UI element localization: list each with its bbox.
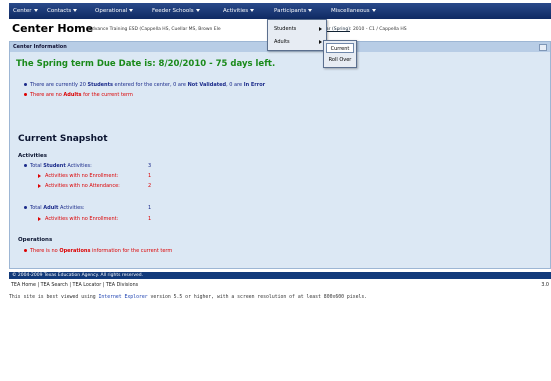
students-mid2: , 0 are: [226, 82, 244, 88]
activities-heading: Activities: [18, 153, 48, 159]
operations-heading: Operations: [18, 237, 53, 243]
menu-center-label: Center: [13, 8, 32, 14]
menu-activities-label: Activities: [223, 8, 249, 14]
no-enrollment-label: Activities with no Enrollment:: [45, 173, 119, 179]
page-title: Center Home: [12, 22, 94, 35]
chevron-down-icon: [250, 9, 255, 12]
chevron-right-icon: [319, 40, 322, 44]
menu-contacts[interactable]: Contacts: [47, 3, 78, 19]
students-bold: Students: [87, 82, 113, 88]
menu-contacts-label: Contacts: [47, 8, 72, 14]
menu-center[interactable]: Center: [13, 3, 38, 19]
menu-participants-label: Participants: [274, 8, 307, 14]
tsa-bold: Student: [43, 163, 66, 169]
panel-title: Center Information: [13, 44, 67, 50]
chevron-down-icon: [308, 9, 313, 12]
participants-dropdown: Students Adults: [267, 19, 327, 51]
students-mid: entered for the center, 0 are: [112, 82, 188, 88]
submenu-roll-over[interactable]: Roll Over: [326, 55, 354, 65]
arrow-right-icon: [38, 173, 41, 178]
dropdown-item-students[interactable]: Students: [268, 23, 326, 35]
submenu-current[interactable]: Current: [326, 43, 354, 53]
ops-bold: Operations: [59, 248, 91, 254]
adults-bold: Adults: [63, 92, 82, 98]
bullet-icon: [24, 249, 27, 252]
browser-note: This site is best viewed using Internet …: [9, 295, 367, 300]
chevron-down-icon: [73, 9, 78, 12]
menu-activities[interactable]: Activities: [223, 3, 255, 19]
page-frame: Center Contacts Operational Feeder Schoo…: [9, 0, 551, 381]
total-adult-activities-value: 1: [148, 205, 152, 211]
no-enrollment-value: 1: [148, 173, 152, 179]
note-post: version 5.5 or higher, with a screen res…: [147, 295, 368, 300]
chevron-down-icon: [195, 9, 200, 12]
adult-no-enrollment-value: 1: [148, 216, 152, 222]
version-text: 3.0: [541, 283, 549, 288]
chevron-right-icon: [319, 27, 322, 31]
menu-feeder-schools[interactable]: Feeder Schools: [152, 3, 200, 19]
no-attendance-label: Activities with no Attendance:: [45, 183, 120, 189]
adult-no-enrollment[interactable]: Activities with no Enrollment:: [38, 216, 118, 222]
tsa-post: Activities:: [65, 163, 92, 169]
menu-miscellaneous[interactable]: Miscellaneous: [331, 3, 376, 19]
copyright-bar: © 2004-2009 Texas Education Agency. All …: [9, 272, 551, 279]
taa-pre: Total: [30, 205, 44, 211]
menu-participants[interactable]: Participants: [274, 3, 313, 19]
taa-bold: Adult: [43, 205, 59, 211]
no-enrollment[interactable]: Activities with no Enrollment:: [38, 173, 118, 179]
in-error-bold: In Error: [243, 82, 266, 88]
note-pre: This site is best viewed using: [9, 295, 99, 300]
term-info: Year (Spring): 2010 - C1 / Cappella HS: [321, 27, 407, 32]
current-snapshot-heading: Current Snapshot: [18, 134, 108, 144]
menu-misc-label: Miscellaneous: [331, 8, 370, 14]
chevron-down-icon: [371, 9, 376, 12]
tsa-pre: Total: [30, 163, 44, 169]
arrow-right-icon: [38, 216, 41, 221]
operations-status: There is no Operations information for t…: [24, 248, 172, 254]
menu-operational[interactable]: Operational: [95, 3, 134, 19]
menu-feeder-label: Feeder Schools: [152, 8, 194, 14]
students-submenu: Current Roll Over: [323, 40, 357, 68]
chevron-down-icon: [129, 9, 134, 12]
term-suffix: : 2010 - C1 / Cappella HS: [350, 27, 407, 32]
center-info-panel: Center Information The Spring term Due D…: [9, 41, 551, 269]
students-pre: There are currently 20: [30, 82, 88, 88]
bullet-icon: [24, 83, 27, 86]
footer-links[interactable]: TEA Home | TEA Search | TEA Locator | TE…: [11, 283, 138, 288]
taa-post: Activities:: [58, 205, 85, 211]
arrow-right-icon: [38, 183, 41, 188]
due-date-message: The Spring term Due Date is: 8/20/2010 -…: [16, 59, 276, 69]
no-attendance-value: 2: [148, 183, 152, 189]
internet-explorer-link[interactable]: Internet Explorer: [99, 295, 148, 300]
adult-no-enrollment-label: Activities with no Enrollment:: [45, 216, 119, 222]
bullet-icon: [24, 206, 27, 209]
chevron-down-icon: [33, 9, 38, 12]
center-subtitle: Edvance Training ESD (Cappella HS, Cuell…: [89, 27, 221, 32]
ops-pre: There is no: [30, 248, 60, 254]
collapse-icon[interactable]: [539, 44, 547, 51]
adults-status: There are no Adults for the current term: [24, 92, 133, 98]
total-student-activities-value: 3: [148, 163, 152, 169]
bullet-icon: [24, 164, 27, 167]
total-adult-activities[interactable]: Total Adult Activities:: [24, 205, 85, 211]
adults-pre: There are no: [30, 92, 64, 98]
ops-post: information for the current term: [90, 248, 173, 254]
adults-post: for the current term: [81, 92, 133, 98]
adults-label: Adults: [274, 39, 290, 45]
bullet-icon: [24, 93, 27, 96]
students-label: Students: [274, 26, 297, 32]
not-validated-bold: Not Validated: [187, 82, 227, 88]
total-student-activities[interactable]: Total Student Activities:: [24, 163, 92, 169]
dropdown-item-adults[interactable]: Adults: [268, 36, 326, 48]
menu-operational-label: Operational: [95, 8, 128, 14]
students-status: There are currently 20 Students entered …: [24, 82, 265, 88]
menubar: Center Contacts Operational Feeder Schoo…: [9, 3, 551, 19]
copyright-text: © 2004-2009 Texas Education Agency. All …: [12, 273, 144, 278]
no-attendance[interactable]: Activities with no Attendance:: [38, 183, 120, 189]
